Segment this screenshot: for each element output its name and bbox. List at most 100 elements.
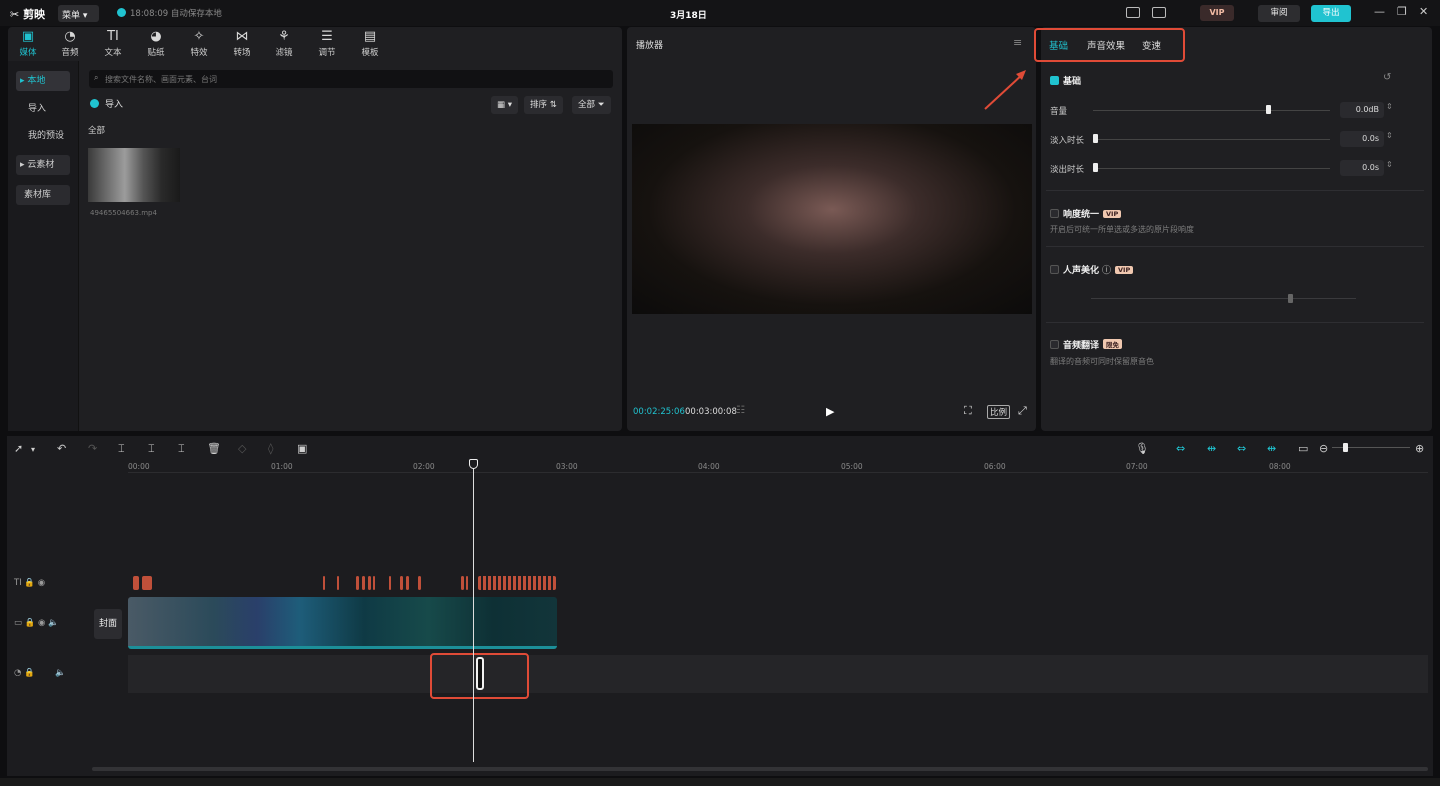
import-button[interactable]: 导入	[90, 97, 123, 110]
fade-out-value[interactable]: 0.0s	[1340, 160, 1384, 176]
stepper-icon[interactable]: ⇕	[1386, 131, 1393, 140]
text-clip[interactable]	[356, 576, 359, 590]
volume-slider-knob[interactable]	[1266, 105, 1271, 114]
close-icon[interactable]: ✕	[1419, 5, 1428, 18]
fade-out-slider[interactable]	[1093, 168, 1330, 169]
minimize-icon[interactable]: —	[1374, 5, 1385, 18]
tab-text[interactable]: TI 文本	[96, 30, 130, 59]
horizontal-scrollbar[interactable]	[92, 767, 1428, 771]
text-clip[interactable]	[337, 576, 339, 590]
export-button[interactable]: 导出	[1311, 5, 1351, 22]
timeline-icon[interactable]: ☷	[736, 405, 745, 416]
chevron-down-icon[interactable]: ▾	[31, 445, 35, 454]
audio-track[interactable]	[128, 655, 1428, 693]
timeline-ruler[interactable]	[128, 472, 1428, 473]
split-icon[interactable]: ⌶	[118, 442, 125, 456]
mark-icon[interactable]: ◇	[238, 442, 246, 455]
tab-adjust[interactable]: ☰ 调节	[310, 30, 344, 59]
fit-icon[interactable]: ▭	[1298, 442, 1308, 455]
hamburger-icon[interactable]: ≡	[1013, 36, 1022, 49]
volume-value[interactable]: 0.0dB	[1340, 102, 1384, 118]
loudness-header[interactable]: 响度统一 VIP	[1050, 207, 1122, 220]
voice-beauty-slider[interactable]	[1091, 298, 1356, 299]
speaker-icon[interactable]: 🔈	[55, 668, 66, 678]
microphone-icon[interactable]: 🎙	[1135, 442, 1149, 455]
crop-icon[interactable]: ▣	[297, 442, 307, 455]
text-clip[interactable]	[373, 576, 375, 590]
translate-header[interactable]: 音频翻译 限免	[1050, 338, 1123, 351]
playhead-line[interactable]	[473, 462, 474, 762]
checkbox-voice-beauty[interactable]	[1050, 265, 1059, 274]
shield-icon[interactable]: ◊	[268, 442, 273, 455]
lock-icon[interactable]: 🔒	[24, 668, 35, 678]
sidebar-item-library[interactable]: 素材库	[16, 185, 70, 205]
fade-in-slider[interactable]	[1093, 139, 1330, 140]
sidebar-item-cloud[interactable]: ▸ 云素材	[16, 155, 70, 175]
snap-icon[interactable]: ⇹	[1207, 442, 1216, 455]
fullscreen-frame-icon[interactable]: ⛶	[964, 404, 972, 418]
fade-in-value[interactable]: 0.0s	[1340, 131, 1384, 147]
redo-icon[interactable]: ↷	[88, 442, 97, 455]
trim-left-icon[interactable]: ⌶	[148, 442, 155, 456]
checkbox-basic[interactable]	[1050, 76, 1059, 85]
select-tool-icon[interactable]: ➚	[14, 442, 23, 455]
stepper-icon[interactable]: ⇕	[1386, 160, 1393, 169]
layout-icon[interactable]	[1152, 7, 1166, 18]
stepper-icon[interactable]: ⇕	[1386, 102, 1393, 111]
text-clip[interactable]	[418, 576, 421, 590]
zoom-out-icon[interactable]: ⊖	[1319, 442, 1328, 455]
expand-icon[interactable]: ⤢	[1018, 404, 1027, 418]
link-icon[interactable]: ⇔	[1176, 442, 1185, 455]
menu-button[interactable]: 菜单 ▾	[58, 5, 99, 22]
tab-template[interactable]: ▤ 模板	[353, 30, 387, 59]
trim-right-icon[interactable]: ⌶	[178, 442, 185, 456]
sort-button[interactable]: 排序 ⇅	[524, 96, 563, 114]
reset-icon[interactable]: ↺	[1383, 72, 1391, 83]
text-clip[interactable]	[389, 576, 391, 590]
eye-icon[interactable]: ◉	[38, 618, 45, 628]
text-clip[interactable]	[368, 576, 371, 590]
review-button[interactable]: 审阅	[1258, 5, 1300, 22]
text-clip[interactable]	[323, 576, 325, 590]
delete-icon[interactable]: 🗑	[207, 442, 221, 455]
tab-sticker[interactable]: ◕ 贴纸	[139, 30, 173, 59]
volume-slider[interactable]	[1093, 110, 1330, 111]
filter-button[interactable]: 全部 ⏷	[572, 96, 611, 114]
playhead-handle[interactable]	[469, 459, 478, 469]
ratio-button[interactable]: 比例	[987, 405, 1011, 419]
preview-axis-icon[interactable]: ⇹	[1267, 442, 1276, 455]
play-icon[interactable]: ▶	[826, 405, 834, 418]
text-clip[interactable]	[406, 576, 409, 590]
linkage-icon[interactable]: ⇔	[1237, 442, 1246, 455]
checkbox-translate[interactable]	[1050, 340, 1059, 349]
zoom-slider-knob[interactable]	[1343, 443, 1348, 452]
text-clip[interactable]	[400, 576, 403, 590]
view-toggle[interactable]: ▦ ▾	[491, 96, 519, 114]
basic-section-header[interactable]: 基础	[1050, 74, 1081, 87]
video-clip[interactable]	[128, 597, 557, 649]
text-clip[interactable]	[466, 576, 468, 590]
fade-out-slider-knob[interactable]	[1093, 163, 1098, 172]
sidebar-item-my-presets[interactable]: 我的预设	[16, 126, 70, 146]
checkbox-loudness[interactable]	[1050, 209, 1059, 218]
text-clip[interactable]	[362, 576, 365, 590]
text-clip-group[interactable]	[478, 576, 556, 590]
tab-filter[interactable]: ⚘ 滤镜	[267, 30, 301, 59]
text-clip[interactable]	[142, 576, 152, 590]
tab-effects[interactable]: ✧ 特效	[182, 30, 216, 59]
undo-icon[interactable]: ↶	[57, 442, 66, 455]
tab-audio[interactable]: ◔ 音频	[53, 30, 87, 59]
voice-beauty-header[interactable]: 人声美化 ⓘ VIP	[1050, 263, 1134, 276]
speaker-icon[interactable]: 🔈	[48, 618, 59, 628]
tab-media[interactable]: ▣ 媒体	[11, 30, 45, 59]
keyboard-icon[interactable]	[1126, 7, 1140, 18]
search-input[interactable]: ⌕ 搜索文件名称、画面元素、台词	[89, 70, 613, 88]
zoom-in-icon[interactable]: ⊕	[1415, 442, 1424, 455]
fade-in-slider-knob[interactable]	[1093, 134, 1098, 143]
lock-icon[interactable]: 🔒	[25, 618, 36, 628]
maximize-icon[interactable]: ❐	[1397, 5, 1407, 18]
cover-button[interactable]: 封面	[94, 609, 122, 639]
tab-transition[interactable]: ⋈ 转场	[225, 30, 259, 59]
eye-icon[interactable]: ◉	[38, 578, 45, 588]
lock-icon[interactable]: 🔒	[24, 578, 35, 588]
